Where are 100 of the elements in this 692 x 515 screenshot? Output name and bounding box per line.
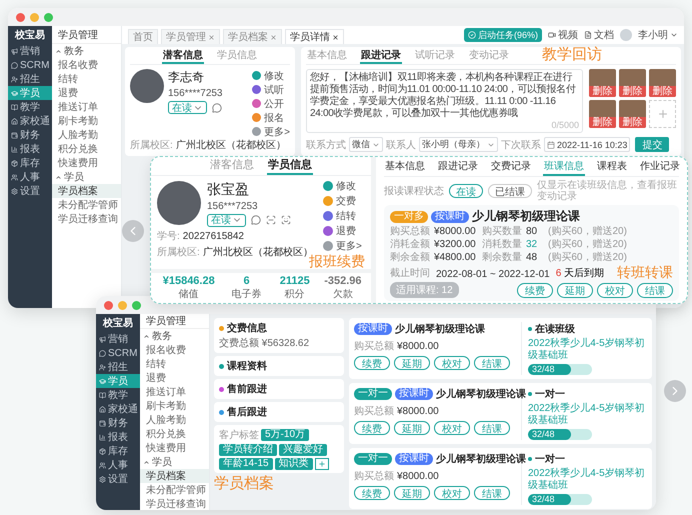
class-name[interactable]: 2022秋季少儿4-5岁钢琴初级基础班 bbox=[528, 403, 647, 427]
menu-item[interactable]: 学员迁移查询 bbox=[52, 212, 121, 226]
sidebar-item[interactable]: 库存 bbox=[96, 444, 140, 458]
window-maximize-button[interactable] bbox=[132, 300, 141, 310]
action-button[interactable]: 结转 bbox=[323, 208, 365, 223]
detail-tab[interactable]: 班课信息 bbox=[543, 157, 585, 176]
toolbar-link[interactable]: 文档 bbox=[584, 28, 614, 42]
menu-item[interactable]: 退费 bbox=[52, 86, 121, 100]
course-action-button[interactable]: 续费 bbox=[354, 421, 390, 435]
page-tab[interactable]: 学员管理 bbox=[161, 29, 220, 44]
menu-item[interactable]: 未分配学管师 bbox=[52, 198, 121, 212]
task-button[interactable]: 启动任务(96%) bbox=[464, 28, 542, 42]
sidebar-item[interactable]: 家校通 bbox=[96, 402, 140, 416]
close-icon[interactable] bbox=[332, 34, 339, 40]
delete-button[interactable]: 删除 bbox=[619, 86, 646, 97]
panel-tab[interactable]: 跟进记录 bbox=[360, 47, 402, 64]
course-action-button[interactable]: 续费 bbox=[517, 282, 553, 298]
sidebar-item[interactable]: 库存 bbox=[8, 156, 52, 170]
course-action-button[interactable]: 延期 bbox=[557, 282, 593, 298]
course-action-button[interactable]: 延期 bbox=[394, 356, 430, 370]
sidebar-item[interactable]: 招生 bbox=[96, 360, 140, 374]
sidebar-item[interactable]: 招生 bbox=[8, 72, 52, 86]
panel-tab[interactable]: 学员信息 bbox=[267, 157, 313, 175]
action-button[interactable]: 试听 bbox=[252, 83, 290, 96]
add-photo-button[interactable] bbox=[649, 100, 676, 128]
page-tab[interactable]: 首页 bbox=[128, 29, 158, 44]
course-action-button[interactable]: 续费 bbox=[354, 486, 390, 500]
delete-button[interactable]: 删除 bbox=[619, 117, 646, 128]
sidebar-item[interactable]: 人事 bbox=[8, 170, 52, 184]
menu-item[interactable]: 人脸考勤 bbox=[140, 413, 209, 427]
menu-item[interactable]: 报名收费 bbox=[140, 343, 209, 357]
date-field[interactable]: 2022-11-16 10:23 bbox=[544, 137, 630, 152]
toolbar-link[interactable]: 视频 bbox=[548, 28, 578, 42]
course-action-button[interactable]: 结课 bbox=[474, 486, 510, 500]
sidebar-item[interactable]: SCRM bbox=[8, 58, 52, 72]
menu-item[interactable]: 推送订单 bbox=[52, 100, 121, 114]
sidebar-item[interactable]: 报表 bbox=[96, 430, 140, 444]
page-tab[interactable]: 学员详情 bbox=[285, 29, 344, 44]
menu-item[interactable]: 退费 bbox=[140, 371, 209, 385]
course-action-button[interactable]: 续费 bbox=[354, 356, 390, 370]
scan-icon[interactable] bbox=[266, 215, 276, 226]
status-dropdown[interactable]: 在读 bbox=[207, 214, 246, 227]
menu-item[interactable]: 人脸考勤 bbox=[52, 128, 121, 142]
menu-item[interactable]: 结转 bbox=[52, 72, 121, 86]
action-button[interactable]: 更多> bbox=[323, 238, 365, 253]
course-action-button[interactable]: 校对 bbox=[434, 421, 470, 435]
sidebar-item[interactable]: 教学 bbox=[8, 100, 52, 114]
delete-button[interactable]: 删除 bbox=[649, 86, 676, 97]
detail-tab[interactable]: 交费记录 bbox=[490, 157, 532, 176]
user-menu[interactable]: 李小明 bbox=[638, 28, 678, 42]
sidebar-item[interactable]: 设置 bbox=[96, 472, 140, 486]
action-button[interactable]: 交费 bbox=[323, 194, 365, 208]
menu-group[interactable]: 教务 bbox=[140, 329, 209, 343]
chat-icon[interactable] bbox=[251, 215, 261, 226]
action-button[interactable]: 修改 bbox=[323, 178, 365, 193]
detail-tab[interactable]: 作业记录 bbox=[639, 157, 681, 176]
message-field[interactable]: 您好，【沐楠培训】双11即将来袭，本机构各种课程正在进行提前预售活动，时间为11.01 00:00-11.10 24:00，可以预报名付学费定金，享受最大优惠报名热门班级。11.11 0:00 -11.16 24:00收学费尾款，可以叠加双十一其他优惠券哦 0/5000 bbox=[306, 69, 583, 133]
delete-button[interactable]: 删除 bbox=[589, 117, 616, 128]
menu-item[interactable]: 结转 bbox=[140, 357, 209, 371]
window-close-button[interactable] bbox=[104, 300, 113, 310]
sidebar-item[interactable]: 报表 bbox=[8, 142, 52, 156]
menu-item[interactable]: 积分兑换 bbox=[52, 142, 121, 156]
action-button[interactable]: 修改 bbox=[252, 69, 290, 82]
course-action-button[interactable]: 结课 bbox=[637, 282, 673, 298]
detail-tab[interactable]: 基本信息 bbox=[384, 157, 426, 176]
sidebar-item[interactable]: 学员 bbox=[96, 374, 140, 388]
panel-tab[interactable]: 潜客信息 bbox=[162, 47, 204, 64]
menu-group[interactable]: 教务 bbox=[52, 44, 121, 58]
face-scan-icon[interactable] bbox=[281, 215, 291, 226]
window-minimize-button[interactable] bbox=[30, 12, 39, 22]
menu-item[interactable]: 积分兑换 bbox=[140, 427, 209, 441]
submit-button[interactable]: 提交 bbox=[635, 137, 670, 152]
sidebar-item[interactable]: 人事 bbox=[96, 458, 140, 472]
action-button[interactable]: 退费 bbox=[323, 224, 365, 238]
status-dropdown[interactable]: 在读 bbox=[168, 101, 207, 114]
next-button[interactable] bbox=[664, 380, 686, 402]
sidebar-item[interactable]: SCRM bbox=[96, 346, 140, 360]
sidebar-item[interactable]: 财务 bbox=[96, 416, 140, 430]
class-name[interactable]: 2022秋季少儿4-5岁钢琴初级基础班 bbox=[528, 468, 647, 492]
action-button[interactable]: 报名 bbox=[252, 111, 290, 124]
menu-item[interactable]: 刷卡考勤 bbox=[52, 114, 121, 128]
menu-item[interactable]: 未分配学管师 bbox=[140, 483, 209, 497]
sidebar-item[interactable]: 财务 bbox=[8, 128, 52, 142]
course-action-button[interactable]: 校对 bbox=[434, 486, 470, 500]
course-action-button[interactable]: 结课 bbox=[474, 421, 510, 435]
sidebar-item[interactable]: 营销 bbox=[96, 332, 140, 346]
course-action-button[interactable]: 结课 bbox=[474, 356, 510, 370]
detail-tab[interactable]: 课程表 bbox=[596, 157, 628, 176]
course-action-button[interactable]: 校对 bbox=[434, 356, 470, 370]
menu-item[interactable]: 快速费用 bbox=[52, 156, 121, 170]
class-name[interactable]: 2022秋季少儿4-5岁钢琴初级基础班 bbox=[528, 338, 647, 362]
window-maximize-button[interactable] bbox=[44, 12, 53, 22]
detail-tab[interactable]: 跟进记录 bbox=[437, 157, 479, 176]
sidebar-item[interactable]: 学员 bbox=[8, 86, 52, 100]
dropdown-field[interactable]: 微信 bbox=[349, 137, 383, 152]
menu-item[interactable]: 学员档案 bbox=[52, 184, 121, 198]
course-action-button[interactable]: 延期 bbox=[394, 421, 430, 435]
filter-chip[interactable]: 在读 bbox=[449, 184, 483, 198]
menu-item[interactable]: 刷卡考勤 bbox=[140, 399, 209, 413]
page-tab[interactable]: 学员档案 bbox=[223, 29, 282, 44]
